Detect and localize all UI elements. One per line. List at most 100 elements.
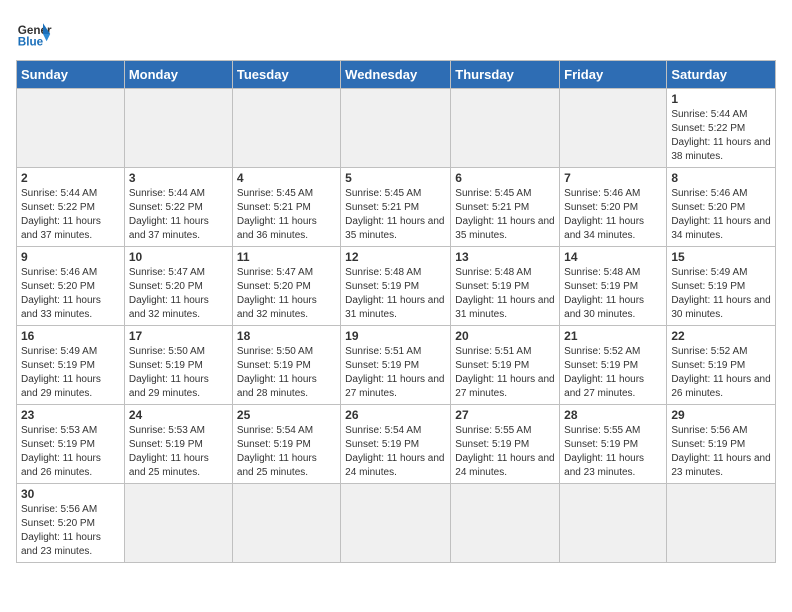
calendar-cell xyxy=(124,89,232,168)
calendar-cell xyxy=(341,484,451,563)
day-number: 25 xyxy=(237,408,336,422)
calendar-cell: 1 Sunrise: 5:44 AMSunset: 5:22 PMDaylight… xyxy=(667,89,776,168)
day-info: Sunrise: 5:49 AMSunset: 5:19 PMDaylight:… xyxy=(21,345,120,401)
day-number: 27 xyxy=(455,408,555,422)
calendar-row: 30Sunrise: 5:56 AMSunset: 5:20 PMDayligh… xyxy=(17,484,776,563)
calendar-cell: 23Sunrise: 5:53 AMSunset: 5:19 PMDayligh… xyxy=(17,405,125,484)
calendar-cell xyxy=(232,89,340,168)
day-number: 3 xyxy=(129,171,228,185)
calendar-cell: 4 Sunrise: 5:45 AMSunset: 5:21 PMDaylight… xyxy=(232,168,340,247)
day-info: Sunrise: 5:46 AMSunset: 5:20 PMDaylight:… xyxy=(21,266,120,322)
day-number: 13 xyxy=(455,250,555,264)
calendar-row: 9 Sunrise: 5:46 AMSunset: 5:20 PMDaylight… xyxy=(17,247,776,326)
day-info: Sunrise: 5:53 AMSunset: 5:19 PMDaylight:… xyxy=(129,424,228,480)
weekday-header-monday: Monday xyxy=(124,61,232,89)
calendar-cell: 18 Sunrise: 5:50 AMSunset: 5:19 PMDayligh… xyxy=(232,326,340,405)
day-info: Sunrise: 5:56 AMSunset: 5:19 PMDaylight:… xyxy=(671,424,771,480)
calendar-row: 2Sunrise: 5:44 AMSunset: 5:22 PMDaylight… xyxy=(17,168,776,247)
weekday-header-thursday: Thursday xyxy=(451,61,560,89)
day-number: 26 xyxy=(345,408,446,422)
calendar-cell: 10Sunrise: 5:47 AMSunset: 5:20 PMDayligh… xyxy=(124,247,232,326)
day-number: 16 xyxy=(21,329,120,343)
calendar-cell: 20Sunrise: 5:51 AMSunset: 5:19 PMDayligh… xyxy=(451,326,560,405)
day-info: Sunrise: 5:48 AMSunset: 5:19 PMDaylight:… xyxy=(345,266,446,322)
header: General Blue xyxy=(16,16,776,52)
day-info: Sunrise: 5:44 AMSunset: 5:22 PMDaylight:… xyxy=(129,187,228,243)
day-number: 5 xyxy=(345,171,446,185)
weekday-header-wednesday: Wednesday xyxy=(341,61,451,89)
day-number: 22 xyxy=(671,329,771,343)
calendar-cell: 15 Sunrise: 5:49 AMSunset: 5:19 PMDayligh… xyxy=(667,247,776,326)
calendar-cell xyxy=(124,484,232,563)
day-info: Sunrise: 5:56 AMSunset: 5:20 PMDaylight:… xyxy=(21,503,120,559)
day-number: 21 xyxy=(564,329,662,343)
weekday-header-tuesday: Tuesday xyxy=(232,61,340,89)
calendar-cell xyxy=(341,89,451,168)
weekday-header-saturday: Saturday xyxy=(667,61,776,89)
day-info: Sunrise: 5:46 AMSunset: 5:20 PMDaylight:… xyxy=(564,187,662,243)
day-info: Sunrise: 5:54 AMSunset: 5:19 PMDaylight:… xyxy=(345,424,446,480)
day-info: Sunrise: 5:51 AMSunset: 5:19 PMDaylight:… xyxy=(345,345,446,401)
day-info: Sunrise: 5:46 AMSunset: 5:20 PMDaylight:… xyxy=(671,187,771,243)
weekday-header-row: SundayMondayTuesdayWednesdayThursdayFrid… xyxy=(17,61,776,89)
day-number: 1 xyxy=(671,92,771,106)
day-number: 20 xyxy=(455,329,555,343)
weekday-header-friday: Friday xyxy=(560,61,667,89)
day-number: 15 xyxy=(671,250,771,264)
day-info: Sunrise: 5:50 AMSunset: 5:19 PMDaylight:… xyxy=(237,345,336,401)
day-info: Sunrise: 5:48 AMSunset: 5:19 PMDaylight:… xyxy=(455,266,555,322)
weekday-header-sunday: Sunday xyxy=(17,61,125,89)
calendar-cell: 6 Sunrise: 5:45 AMSunset: 5:21 PMDaylight… xyxy=(451,168,560,247)
day-info: Sunrise: 5:49 AMSunset: 5:19 PMDaylight:… xyxy=(671,266,771,322)
calendar-cell: 8 Sunrise: 5:46 AMSunset: 5:20 PMDaylight… xyxy=(667,168,776,247)
calendar-cell xyxy=(560,484,667,563)
calendar-cell: 26 Sunrise: 5:54 AMSunset: 5:19 PMDayligh… xyxy=(341,405,451,484)
calendar-cell: 13 Sunrise: 5:48 AMSunset: 5:19 PMDayligh… xyxy=(451,247,560,326)
day-info: Sunrise: 5:44 AMSunset: 5:22 PMDaylight:… xyxy=(671,108,771,164)
day-info: Sunrise: 5:47 AMSunset: 5:20 PMDaylight:… xyxy=(237,266,336,322)
day-number: 7 xyxy=(564,171,662,185)
day-number: 17 xyxy=(129,329,228,343)
calendar-cell xyxy=(667,484,776,563)
day-info: Sunrise: 5:47 AMSunset: 5:20 PMDaylight:… xyxy=(129,266,228,322)
day-number: 9 xyxy=(21,250,120,264)
calendar-cell: 14 Sunrise: 5:48 AMSunset: 5:19 PMDayligh… xyxy=(560,247,667,326)
logo: General Blue xyxy=(16,16,52,52)
calendar-cell: 3 Sunrise: 5:44 AMSunset: 5:22 PMDaylight… xyxy=(124,168,232,247)
calendar-cell: 22 Sunrise: 5:52 AMSunset: 5:19 PMDayligh… xyxy=(667,326,776,405)
calendar-cell: 19 Sunrise: 5:51 AMSunset: 5:19 PMDayligh… xyxy=(341,326,451,405)
calendar-cell: 27 Sunrise: 5:55 AMSunset: 5:19 PMDayligh… xyxy=(451,405,560,484)
calendar-cell xyxy=(451,89,560,168)
day-info: Sunrise: 5:53 AMSunset: 5:19 PMDaylight:… xyxy=(21,424,120,480)
day-info: Sunrise: 5:45 AMSunset: 5:21 PMDaylight:… xyxy=(237,187,336,243)
day-number: 24 xyxy=(129,408,228,422)
calendar-cell: 16 Sunrise: 5:49 AMSunset: 5:19 PMDayligh… xyxy=(17,326,125,405)
day-number: 6 xyxy=(455,171,555,185)
calendar-cell: 11Sunrise: 5:47 AMSunset: 5:20 PMDayligh… xyxy=(232,247,340,326)
logo-icon: General Blue xyxy=(16,16,52,52)
calendar-cell xyxy=(560,89,667,168)
day-number: 4 xyxy=(237,171,336,185)
calendar-row: 23Sunrise: 5:53 AMSunset: 5:19 PMDayligh… xyxy=(17,405,776,484)
day-number: 8 xyxy=(671,171,771,185)
day-info: Sunrise: 5:54 AMSunset: 5:19 PMDaylight:… xyxy=(237,424,336,480)
svg-text:Blue: Blue xyxy=(18,36,44,49)
calendar-cell: 12Sunrise: 5:48 AMSunset: 5:19 PMDayligh… xyxy=(341,247,451,326)
day-info: Sunrise: 5:45 AMSunset: 5:21 PMDaylight:… xyxy=(455,187,555,243)
day-info: Sunrise: 5:44 AMSunset: 5:22 PMDaylight:… xyxy=(21,187,120,243)
day-info: Sunrise: 5:55 AMSunset: 5:19 PMDaylight:… xyxy=(455,424,555,480)
calendar-cell: 2Sunrise: 5:44 AMSunset: 5:22 PMDaylight… xyxy=(17,168,125,247)
calendar-cell: 17Sunrise: 5:50 AMSunset: 5:19 PMDayligh… xyxy=(124,326,232,405)
calendar-cell xyxy=(232,484,340,563)
day-number: 19 xyxy=(345,329,446,343)
day-number: 14 xyxy=(564,250,662,264)
calendar-cell: 28Sunrise: 5:55 AMSunset: 5:19 PMDayligh… xyxy=(560,405,667,484)
calendar-cell: 7 Sunrise: 5:46 AMSunset: 5:20 PMDaylight… xyxy=(560,168,667,247)
day-info: Sunrise: 5:55 AMSunset: 5:19 PMDaylight:… xyxy=(564,424,662,480)
calendar-cell: 25 Sunrise: 5:54 AMSunset: 5:19 PMDayligh… xyxy=(232,405,340,484)
calendar: SundayMondayTuesdayWednesdayThursdayFrid… xyxy=(16,60,776,563)
day-number: 18 xyxy=(237,329,336,343)
day-info: Sunrise: 5:48 AMSunset: 5:19 PMDaylight:… xyxy=(564,266,662,322)
calendar-cell xyxy=(451,484,560,563)
day-info: Sunrise: 5:52 AMSunset: 5:19 PMDaylight:… xyxy=(671,345,771,401)
